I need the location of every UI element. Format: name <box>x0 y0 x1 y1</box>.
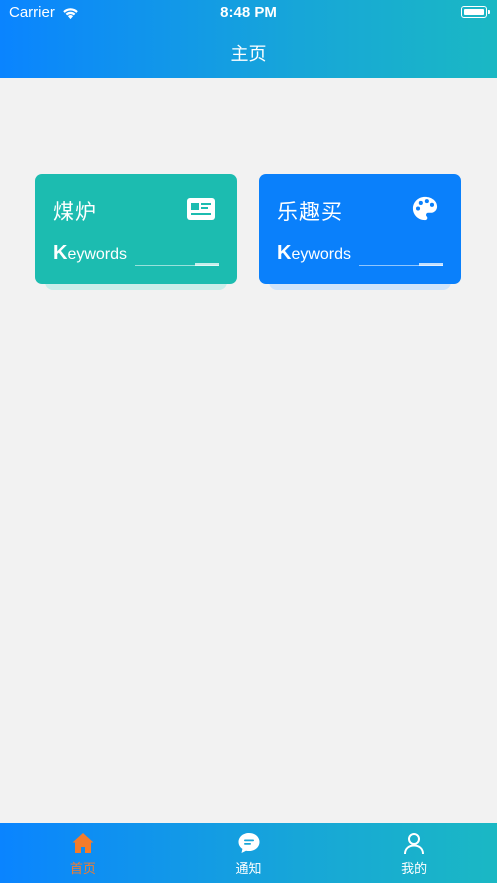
card-title: 煤炉 <box>53 200 97 224</box>
tab-profile[interactable]: 我的 <box>331 823 497 883</box>
tab-label: 首页 <box>69 862 96 877</box>
tab-label: 我的 <box>401 862 428 877</box>
card-body[interactable]: 乐趣买 Keywords <box>259 174 461 284</box>
battery-level <box>463 8 484 15</box>
tab-bar: 首页 通知 我的 <box>0 823 497 883</box>
tab-label: 通知 <box>235 862 262 877</box>
keyword-rest: eywords <box>291 246 352 263</box>
palette-icon <box>412 196 438 221</box>
card-meilu[interactable]: 煤炉 Keywords <box>35 174 237 290</box>
card-keyword: Keywords <box>53 242 127 265</box>
keyword-rest: eywords <box>67 246 128 263</box>
card-title: 乐趣买 <box>277 200 343 224</box>
header: Carrier 8:48 PM 主页 <box>0 0 497 78</box>
card-lequmai[interactable]: 乐趣买 Keywords <box>259 174 461 290</box>
tab-home[interactable]: 首页 <box>0 823 166 883</box>
page-title: 主页 <box>230 44 267 65</box>
keyword-initial: K <box>53 242 68 264</box>
status-bar: Carrier 8:48 PM <box>0 0 497 26</box>
user-icon <box>404 833 425 855</box>
card-underline-accent <box>419 263 443 266</box>
newspaper-icon <box>187 198 215 220</box>
status-time: 8:48 PM <box>220 4 277 21</box>
keyword-initial: K <box>277 242 292 264</box>
battery-icon <box>461 6 490 18</box>
card-body[interactable]: 煤炉 Keywords <box>35 174 237 284</box>
home-icon <box>72 833 94 853</box>
chat-bubble-icon <box>238 833 259 853</box>
tab-notifications[interactable]: 通知 <box>166 823 332 883</box>
card-underline-accent <box>195 263 219 266</box>
card-keyword: Keywords <box>277 242 351 265</box>
